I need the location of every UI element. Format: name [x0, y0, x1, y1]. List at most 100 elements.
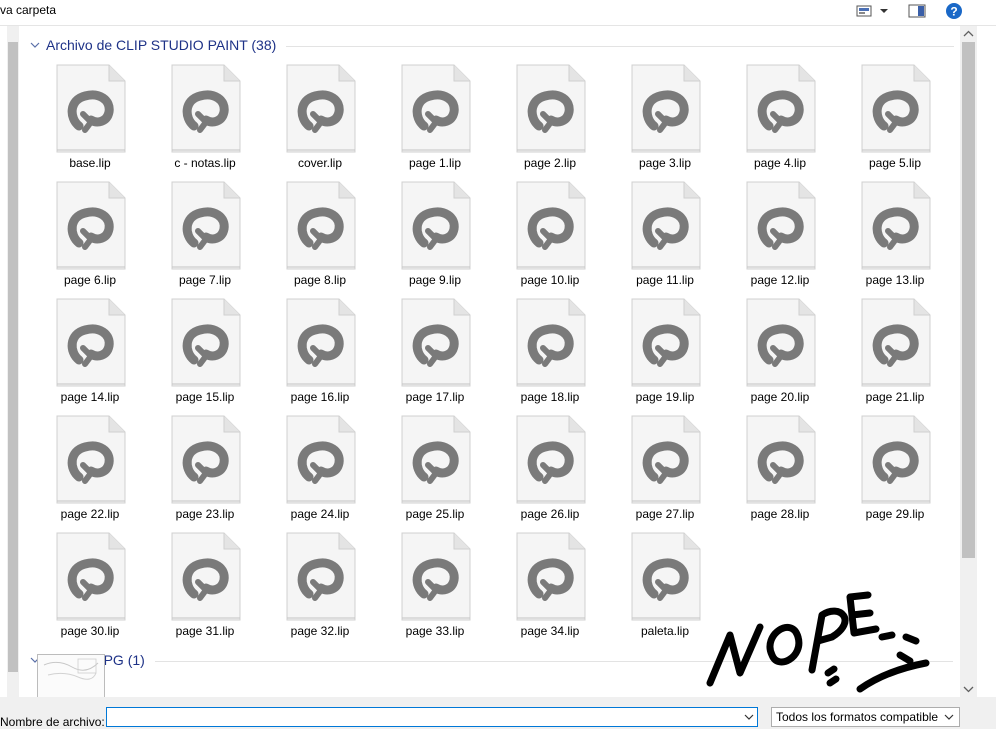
file-name: paleta.lip	[640, 624, 690, 638]
clip-studio-file-icon	[286, 415, 356, 504]
file-item[interactable]: page 4.lip	[730, 64, 830, 176]
file-item[interactable]: page 27.lip	[615, 415, 715, 527]
clip-studio-file-icon	[746, 64, 816, 153]
clip-studio-file-icon	[401, 181, 471, 270]
file-item[interactable]: paleta.lip	[615, 532, 715, 644]
file-item[interactable]: page 24.lip	[270, 415, 370, 527]
file-item[interactable]: page 18.lip	[500, 298, 600, 410]
file-name: page 12.lip	[750, 273, 810, 287]
clip-studio-file-icon	[746, 181, 816, 270]
clip-studio-file-icon	[401, 298, 471, 387]
file-name: page 21.lip	[865, 390, 925, 404]
file-item[interactable]: page 26.lip	[500, 415, 600, 527]
chevron-down-icon[interactable]	[742, 710, 756, 724]
file-item[interactable]: page 7.lip	[155, 181, 255, 293]
clip-studio-file-icon	[861, 64, 931, 153]
file-item[interactable]: page 17.lip	[385, 298, 485, 410]
clip-studio-file-icon	[516, 298, 586, 387]
file-item[interactable]: page 11.lip	[615, 181, 715, 293]
file-item[interactable]: base.lip	[40, 64, 140, 176]
clip-studio-file-icon	[631, 181, 701, 270]
clip-studio-file-icon	[516, 181, 586, 270]
file-name: page 10.lip	[520, 273, 580, 287]
clip-studio-file-icon	[631, 532, 701, 621]
jpg-thumbnail[interactable]	[37, 654, 105, 701]
file-item[interactable]: page 10.lip	[500, 181, 600, 293]
file-item[interactable]: page 9.lip	[385, 181, 485, 293]
file-item[interactable]: page 28.lip	[730, 415, 830, 527]
navigation-scrollbar-thumb[interactable]	[8, 42, 18, 672]
file-item[interactable]: page 30.lip	[40, 532, 140, 644]
file-item[interactable]: page 25.lip	[385, 415, 485, 527]
file-item[interactable]: page 3.lip	[615, 64, 715, 176]
file-item[interactable]: page 19.lip	[615, 298, 715, 410]
file-item[interactable]: page 12.lip	[730, 181, 830, 293]
file-item[interactable]: page 5.lip	[845, 64, 945, 176]
file-item[interactable]: page 29.lip	[845, 415, 945, 527]
file-name: page 4.lip	[753, 156, 807, 170]
preview-pane-icon[interactable]	[907, 2, 927, 20]
file-item[interactable]: page 1.lip	[385, 64, 485, 176]
filename-label: Nombre de archivo:	[0, 715, 105, 729]
scrollbar-thumb[interactable]	[962, 42, 975, 558]
file-name: page 1.lip	[408, 156, 462, 170]
scroll-up-icon[interactable]	[963, 30, 974, 38]
clip-studio-file-icon	[286, 298, 356, 387]
group-header-clip-studio[interactable]: Archivo de CLIP STUDIO PAINT (38)	[28, 37, 276, 53]
filename-input[interactable]	[106, 707, 758, 727]
clip-studio-file-icon	[631, 298, 701, 387]
clip-studio-file-icon	[631, 64, 701, 153]
view-options-icon[interactable]	[855, 2, 873, 20]
help-button[interactable]: ?	[944, 2, 964, 20]
file-item[interactable]: page 32.lip	[270, 532, 370, 644]
file-item[interactable]: page 33.lip	[385, 532, 485, 644]
file-name: page 11.lip	[636, 273, 694, 287]
file-name: page 27.lip	[635, 507, 695, 521]
clip-studio-file-icon	[516, 64, 586, 153]
file-item[interactable]: page 23.lip	[155, 415, 255, 527]
file-name: page 3.lip	[638, 156, 692, 170]
file-item[interactable]: page 8.lip	[270, 181, 370, 293]
file-item[interactable]: page 14.lip	[40, 298, 140, 410]
file-type-value: Todos los formatos compatible	[776, 710, 939, 724]
clip-studio-file-icon	[516, 532, 586, 621]
file-name: page 9.lip	[408, 273, 462, 287]
new-folder-button[interactable]: va carpeta	[0, 3, 56, 17]
file-name: page 25.lip	[405, 507, 465, 521]
file-name: page 24.lip	[290, 507, 350, 521]
file-name: page 20.lip	[750, 390, 810, 404]
file-item[interactable]: page 6.lip	[40, 181, 140, 293]
file-item[interactable]: page 2.lip	[500, 64, 600, 176]
clip-studio-file-icon	[746, 415, 816, 504]
scroll-down-icon[interactable]	[963, 685, 974, 693]
file-item[interactable]: page 34.lip	[500, 532, 600, 644]
clip-studio-file-icon	[56, 298, 126, 387]
clip-studio-file-icon	[286, 64, 356, 153]
file-type-select[interactable]: Todos los formatos compatible	[771, 707, 960, 727]
chevron-down-icon[interactable]	[877, 2, 891, 20]
file-item[interactable]: page 22.lip	[40, 415, 140, 527]
file-name: page 6.lip	[63, 273, 117, 287]
file-item[interactable]: cover.lip	[270, 64, 370, 176]
file-name: page 14.lip	[60, 390, 120, 404]
chevron-down-icon[interactable]	[942, 710, 956, 724]
clip-studio-file-icon	[401, 532, 471, 621]
file-name: page 26.lip	[520, 507, 580, 521]
file-name: page 17.lip	[405, 390, 465, 404]
file-item[interactable]: page 16.lip	[270, 298, 370, 410]
clip-studio-file-icon	[56, 181, 126, 270]
file-item[interactable]: page 15.lip	[155, 298, 255, 410]
file-item[interactable]: page 20.lip	[730, 298, 830, 410]
file-list: Archivo de CLIP STUDIO PAINT (38) base.l…	[20, 26, 960, 697]
clip-studio-file-icon	[631, 415, 701, 504]
clip-studio-file-icon	[56, 64, 126, 153]
file-name: page 13.lip	[865, 273, 925, 287]
file-name: base.lip	[69, 156, 111, 170]
chevron-down-icon[interactable]	[28, 38, 42, 52]
file-item[interactable]: page 13.lip	[845, 181, 945, 293]
file-item[interactable]: page 31.lip	[155, 532, 255, 644]
file-item[interactable]: c - notas.lip	[155, 64, 255, 176]
group-divider	[155, 661, 953, 662]
file-name: page 31.lip	[175, 624, 235, 638]
file-item[interactable]: page 21.lip	[845, 298, 945, 410]
